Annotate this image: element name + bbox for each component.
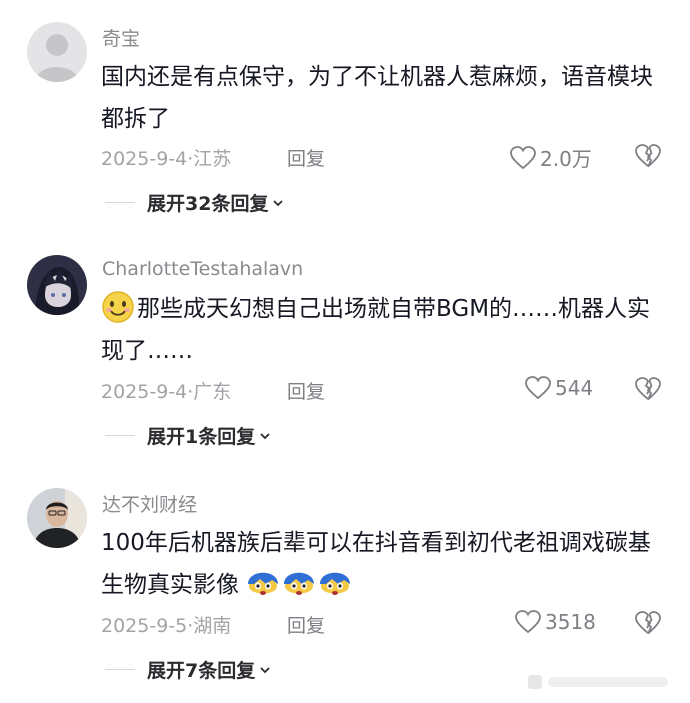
expand-replies[interactable]: 展开7条回复 [105,656,271,683]
divider [105,435,135,436]
reply-button[interactable]: 回复 [287,144,325,171]
smile-emoji-icon [102,291,134,323]
reply-button[interactable]: 回复 [287,611,325,638]
shocked-emoji-icon [320,572,351,595]
dislike-button[interactable] [635,143,661,169]
anime-avatar-icon [27,255,87,315]
avatar[interactable] [27,22,87,82]
like-count: 3518 [545,610,596,634]
heart-icon [525,376,551,400]
watermark-logo [528,675,668,689]
broken-heart-icon [635,611,661,634]
comment-text: 那些成天幻想自己出场就自带BGM的……机器人实现了…… [101,288,671,372]
shocked-emoji-icon [248,572,279,595]
divider [105,202,135,203]
like-count: 2.0万 [540,147,592,171]
expand-replies-label: 展开7条回复 [147,660,256,682]
chevron-down-icon [273,199,284,206]
avatar[interactable] [27,255,87,315]
comment-text: 100年后机器族后辈可以在抖音看到初代老祖调戏碳基生物真实影像 [101,522,671,606]
username[interactable]: 奇宝 [102,24,140,51]
like-count: 544 [555,376,594,400]
comment-text: 国内还是有点保守，为了不让机器人惹麻烦，语音模块都拆了 [101,64,653,132]
comment-text-body: 100年后机器族后辈可以在抖音看到初代老祖调戏碳基生物真实影像 [101,530,651,598]
comment-date-location: 2025-9-5·湖南 [101,615,232,637]
comment-date-location: 2025-9-4·江苏 [101,148,232,170]
comment-text-body: 那些成天幻想自己出场就自带BGM的……机器人实现了…… [101,296,651,364]
chevron-down-icon [260,666,270,673]
username[interactable]: CharlotteTestahalavn [102,258,303,280]
like-button[interactable]: 544 [525,376,593,400]
expand-replies[interactable]: 展开32条回复 [105,189,284,216]
expand-replies[interactable]: 展开1条回复 [105,422,271,449]
heart-icon [510,145,536,169]
chevron-down-icon [260,432,270,439]
expand-replies-label: 展开32条回复 [147,193,269,215]
reply-button[interactable]: 回复 [287,377,325,404]
dislike-button[interactable] [635,376,661,402]
shocked-emoji-icon [284,572,315,595]
dislike-button[interactable] [635,610,661,636]
username[interactable]: 达不刘财经 [102,490,197,517]
comment-date-location: 2025-9-4·广东 [101,381,232,403]
avatar[interactable] [27,488,87,548]
expand-replies-label: 展开1条回复 [147,426,256,448]
broken-heart-icon [635,377,661,400]
heart-icon [515,610,541,634]
like-button[interactable]: 3518 [515,610,596,634]
emoji-group [239,572,354,598]
broken-heart-icon [635,144,661,167]
like-button[interactable]: 2.0万 [510,143,592,172]
divider [105,669,135,670]
person-avatar-icon [27,488,87,548]
default-avatar-icon [27,22,87,82]
